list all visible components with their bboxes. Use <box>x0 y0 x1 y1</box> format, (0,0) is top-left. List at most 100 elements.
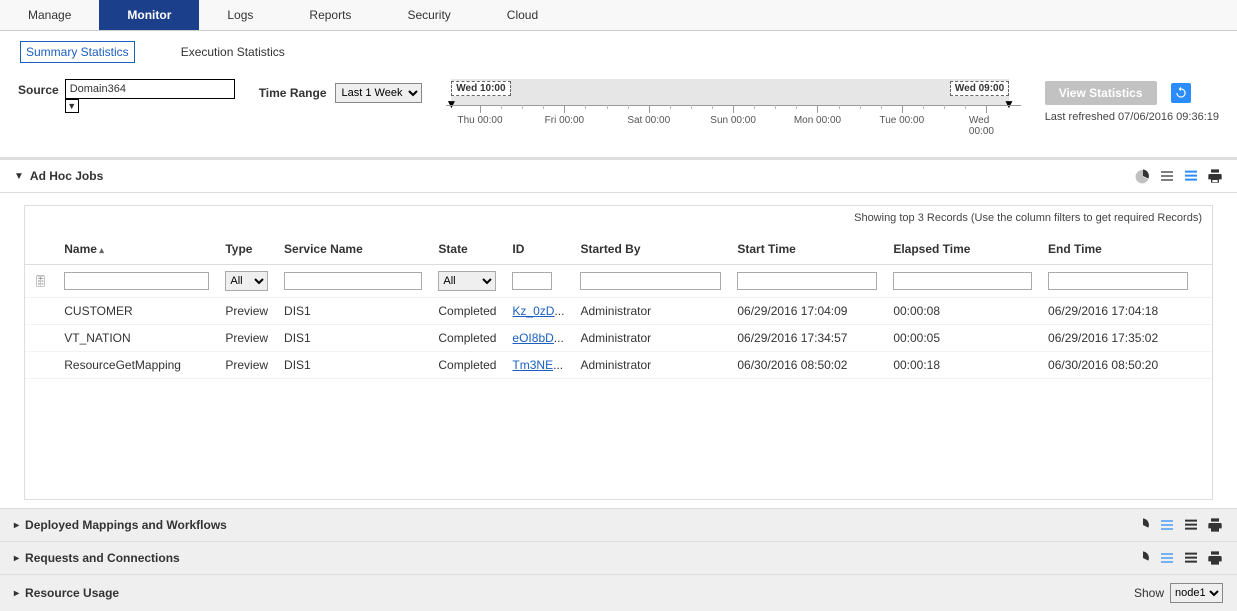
cell-type: Preview <box>217 352 276 379</box>
filter-endtime[interactable] <box>1048 272 1188 290</box>
records-info-text: Showing top 3 Records (Use the column fi… <box>25 206 1212 234</box>
cell-startedby: Administrator <box>572 298 729 325</box>
section-requests-title: Requests and Connections <box>25 551 180 565</box>
filter-state[interactable]: All <box>438 271 496 291</box>
source-value: Domain364 <box>70 83 126 95</box>
nav-logs[interactable]: Logs <box>199 0 281 30</box>
timeline-tick-label: Thu 00:00 <box>457 115 502 126</box>
col-endtime[interactable]: End Time <box>1040 234 1196 265</box>
col-starttime[interactable]: Start Time <box>729 234 885 265</box>
section-deployed-header[interactable]: ▸ Deployed Mappings and Workflows <box>0 508 1237 541</box>
timeline[interactable]: Wed 10:00 Wed 09:00 ▼ ▼ Thu 00:00Fri 00:… <box>446 79 1021 139</box>
col-type[interactable]: Type <box>217 234 276 265</box>
cell-state: Completed <box>430 298 504 325</box>
section-adhoc-body: Showing top 3 Records (Use the column fi… <box>0 192 1237 508</box>
cell-name: CUSTOMER <box>56 298 217 325</box>
sub-tabs: Summary Statistics Execution Statistics <box>0 31 1237 69</box>
expand-icon: ▸ <box>14 520 19 531</box>
cell-service: DIS1 <box>276 352 430 379</box>
cell-type: Preview <box>217 298 276 325</box>
cell-end: 06/29/2016 17:35:02 <box>1040 325 1196 352</box>
table-row[interactable]: CUSTOMERPreviewDIS1CompletedKz_0zD...Adm… <box>25 298 1212 325</box>
cell-id-link[interactable]: eOI8bD <box>512 331 553 345</box>
cell-name: ResourceGetMapping <box>56 352 217 379</box>
grid-filter-row: 🎚 All All <box>25 265 1212 298</box>
timeline-selection <box>451 79 1009 105</box>
nav-security[interactable]: Security <box>379 0 478 30</box>
filter-name[interactable] <box>64 272 209 290</box>
cell-id-link[interactable]: Kz_0zD <box>512 304 554 318</box>
list-icon[interactable] <box>1159 168 1175 184</box>
timeline-start-label: Wed 10:00 <box>451 81 510 96</box>
actions-group: View Statistics Last refreshed 07/06/201… <box>1045 81 1219 123</box>
show-node-select[interactable]: node1 <box>1170 583 1223 603</box>
nav-monitor[interactable]: Monitor <box>99 0 199 30</box>
filter-startedby[interactable] <box>580 272 721 290</box>
filter-starttime[interactable] <box>737 272 877 290</box>
tab-execution-statistics[interactable]: Execution Statistics <box>175 41 291 63</box>
last-refreshed-text: Last refreshed 07/06/2016 09:36:19 <box>1045 111 1219 123</box>
cell-startedby: Administrator <box>572 325 729 352</box>
view-statistics-button[interactable]: View Statistics <box>1045 81 1157 105</box>
print-icon[interactable] <box>1207 168 1223 184</box>
timeline-tick-label: Fri 00:00 <box>545 115 584 126</box>
filter-icon[interactable]: 🎚 <box>33 274 48 288</box>
nav-manage[interactable]: Manage <box>0 0 99 30</box>
col-id[interactable]: ID <box>504 234 572 265</box>
section-adhoc-jobs-header[interactable]: ▼ Ad Hoc Jobs <box>0 159 1237 192</box>
section-deployed-title: Deployed Mappings and Workflows <box>25 518 227 532</box>
cell-end: 06/29/2016 17:04:18 <box>1040 298 1196 325</box>
timeline-tick-label: Sat 00:00 <box>627 115 670 126</box>
collapse-icon: ▼ <box>14 171 24 182</box>
adhoc-grid: Showing top 3 Records (Use the column fi… <box>24 205 1213 500</box>
filter-type[interactable]: All <box>225 271 268 291</box>
cell-end: 06/30/2016 08:50:20 <box>1040 352 1196 379</box>
nav-cloud[interactable]: Cloud <box>479 0 566 30</box>
section-resource-header[interactable]: ▸ Resource Usage Show node1 <box>0 574 1237 611</box>
table-row[interactable]: VT_NATIONPreviewDIS1CompletedeOI8bD...Ad… <box>25 325 1212 352</box>
section-adhoc-title: Ad Hoc Jobs <box>30 169 103 183</box>
cell-id-link[interactable]: Tm3NE <box>512 358 553 372</box>
top-nav: Manage Monitor Logs Reports Security Clo… <box>0 0 1237 31</box>
time-range-group: Time Range Last 1 Week <box>259 83 422 103</box>
refresh-button[interactable] <box>1171 83 1191 103</box>
cell-start: 06/30/2016 08:50:02 <box>729 352 885 379</box>
col-state[interactable]: State <box>430 234 504 265</box>
expand-icon: ▸ <box>14 553 19 564</box>
nav-reports[interactable]: Reports <box>281 0 379 30</box>
source-dropdown-icon[interactable]: ▼ <box>65 99 79 113</box>
tab-summary-statistics[interactable]: Summary Statistics <box>20 41 135 63</box>
col-elapsed[interactable]: Elapsed Time <box>885 234 1040 265</box>
pie-icon[interactable] <box>1135 168 1151 184</box>
print-icon[interactable] <box>1207 517 1223 533</box>
cell-type: Preview <box>217 325 276 352</box>
refresh-icon <box>1174 86 1188 100</box>
cell-elapsed: 00:00:18 <box>885 352 1040 379</box>
cell-name: VT_NATION <box>56 325 217 352</box>
time-range-label: Time Range <box>259 86 327 100</box>
col-name[interactable]: Name <box>56 234 217 265</box>
timeline-tick-label: Mon 00:00 <box>794 115 841 126</box>
filter-service[interactable] <box>284 272 422 290</box>
cell-elapsed: 00:00:05 <box>885 325 1040 352</box>
section-resource-title: Resource Usage <box>25 586 119 600</box>
list-icon[interactable] <box>1159 517 1175 533</box>
section-requests-header[interactable]: ▸ Requests and Connections <box>0 541 1237 574</box>
grid-header-row: Name Type Service Name State ID Started … <box>25 234 1212 265</box>
timeline-tick-label: Sun 00:00 <box>710 115 756 126</box>
cell-service: DIS1 <box>276 298 430 325</box>
filter-elapsed[interactable] <box>893 272 1032 290</box>
filter-id[interactable] <box>512 272 552 290</box>
cell-state: Completed <box>430 325 504 352</box>
source-field[interactable]: Domain364 ▼ <box>65 79 235 99</box>
col-service[interactable]: Service Name <box>276 234 430 265</box>
source-group: Source Domain364 ▼ <box>18 79 235 99</box>
grid-icon[interactable] <box>1183 168 1199 184</box>
section-adhoc-icons <box>1135 168 1223 184</box>
col-startedby[interactable]: Started By <box>572 234 729 265</box>
cell-start: 06/29/2016 17:34:57 <box>729 325 885 352</box>
pie-icon[interactable] <box>1135 517 1151 533</box>
table-row[interactable]: ResourceGetMappingPreviewDIS1CompletedTm… <box>25 352 1212 379</box>
grid-icon[interactable] <box>1183 517 1199 533</box>
time-range-select[interactable]: Last 1 Week <box>335 83 422 103</box>
